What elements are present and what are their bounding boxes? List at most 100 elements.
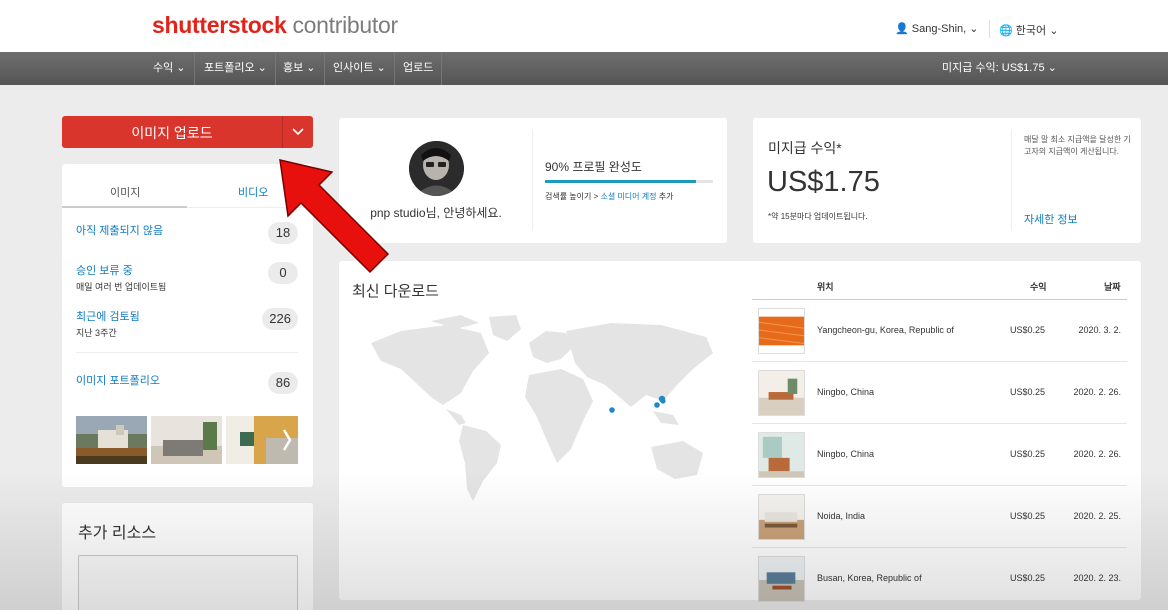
avatar[interactable] xyxy=(409,141,464,196)
learn-more-link[interactable]: 자세한 정보 xyxy=(1024,211,1078,227)
world-map xyxy=(371,315,713,501)
top-header: shutterstock contributor 👤 Sang-Shin, ⌄ 🌐… xyxy=(0,0,1168,52)
row-amount: US$0.25 xyxy=(1010,573,1046,583)
language-menu[interactable]: 🌐 한국어 ⌄ xyxy=(999,22,1058,38)
additional-resources-card: 추가 리소스 xyxy=(62,503,313,610)
logo-sub-text: contributor xyxy=(292,12,398,38)
resource-panel[interactable] xyxy=(78,555,298,610)
download-thumbnail[interactable] xyxy=(758,432,805,478)
upload-dropdown-toggle[interactable] xyxy=(282,116,313,148)
nav-item-promotion[interactable]: 홍보 ⌄ xyxy=(275,52,325,85)
nav-item-upload[interactable]: 업로드 xyxy=(395,52,443,85)
profile-card: pnp studio님, 안녕하세요. 90% 프로필 완성도 검색률 높이기 … xyxy=(339,118,727,243)
stat-recently-reviewed[interactable]: 최근에 검토됨 지난 3주간 226 xyxy=(76,308,298,339)
header-separator xyxy=(989,20,990,38)
stat-label[interactable]: 아직 제출되지 않음 xyxy=(76,222,298,238)
row-location: Yangcheon-gu, Korea, Republic of xyxy=(817,325,954,335)
col-header-location: 위치 xyxy=(817,282,834,292)
tab-images[interactable]: 이미지 xyxy=(110,184,140,200)
download-thumbnail[interactable] xyxy=(758,556,805,602)
download-thumbnail[interactable] xyxy=(758,308,805,354)
stat-count: 18 xyxy=(268,222,298,244)
stat-count: 226 xyxy=(262,308,298,330)
chevron-down-icon: ⌄ xyxy=(1049,25,1059,37)
row-date: 2020. 3. 2. xyxy=(1078,325,1121,335)
table-row[interactable]: Yangcheon-gu, Korea, Republic of US$0.25… xyxy=(752,300,1127,362)
greeting-text: pnp studio님, 안녕하세요. xyxy=(370,206,502,220)
resources-title: 추가 리소스 xyxy=(78,525,157,542)
earnings-note: *약 15분마다 업데이트됩니다. xyxy=(768,212,868,221)
downloads-title: 최신 다운로드 xyxy=(352,283,439,300)
earnings-description: 매달 말 최소 지급액을 달성한 기고자의 지급액이 게산됩니다. xyxy=(1024,135,1131,156)
main-nav: 수익 ⌄ 포트폴리오 ⌄ 홍보 ⌄ 인사이트 ⌄ 업로드 미지급 수익: US$… xyxy=(0,52,1168,85)
stat-label[interactable]: 승인 보류 중 xyxy=(76,262,298,278)
table-row[interactable]: Busan, Korea, Republic of US$0.25 2020. … xyxy=(752,548,1127,610)
stat-sublabel: 지난 3주간 xyxy=(76,328,117,338)
portfolio-thumbnail[interactable] xyxy=(151,416,222,464)
user-menu[interactable]: 👤 Sang-Shin, ⌄ xyxy=(895,22,978,35)
submission-stats-card: 이미지 비디오 아직 제출되지 않음 18 승인 보류 중 매일 여러 번 업데… xyxy=(62,164,313,487)
tab-videos[interactable]: 비디오 xyxy=(238,184,268,200)
stats-divider xyxy=(76,352,298,353)
chevron-down-icon: ⌄ xyxy=(969,23,979,35)
nav-item-portfolio[interactable]: 포트폴리오 ⌄ xyxy=(196,52,276,85)
profile-completion-label: 90% 프로필 완성도 xyxy=(545,160,642,174)
profile-progress-bar xyxy=(545,180,713,183)
map-dot-india xyxy=(609,407,615,413)
nav-item-earnings[interactable]: 수익 ⌄ xyxy=(145,52,195,85)
profile-progress-fill xyxy=(545,180,697,183)
row-location: Ningbo, China xyxy=(817,449,875,459)
active-tab-indicator xyxy=(62,206,187,208)
stat-sublabel: 매일 여러 번 업데이트됨 xyxy=(76,282,167,292)
unpaid-earnings-nav[interactable]: 미지급 수익: US$1.75 ⌄ xyxy=(942,52,1057,85)
stat-not-submitted[interactable]: 아직 제출되지 않음 18 xyxy=(76,222,298,244)
stat-image-portfolio[interactable]: 이미지 포트폴리오 86 xyxy=(76,372,298,394)
download-thumbnail[interactable] xyxy=(758,494,805,540)
portfolio-thumbnail[interactable] xyxy=(226,416,298,464)
row-location: Noida, India xyxy=(817,511,866,521)
user-icon: 👤 xyxy=(895,23,909,35)
unpaid-earnings-card: 미지급 수익* US$1.75 *약 15분마다 업데이트됩니다. 매달 말 최… xyxy=(753,118,1141,243)
user-name: Sang-Shin, xyxy=(911,23,967,35)
map-dot-busan xyxy=(660,398,666,404)
col-header-date: 날짜 xyxy=(1104,282,1121,292)
shutterstock-logo[interactable]: shutterstock contributor xyxy=(152,12,398,39)
stat-count: 0 xyxy=(268,262,298,284)
earnings-amount: US$1.75 xyxy=(767,166,880,198)
nav-item-insights[interactable]: 인사이트 ⌄ xyxy=(325,52,395,85)
table-row[interactable]: Ningbo, China US$0.25 2020. 2. 26. xyxy=(752,424,1127,486)
row-location: Ningbo, China xyxy=(817,387,875,397)
logo-brand-text: shutterstock xyxy=(152,12,287,38)
row-amount: US$0.25 xyxy=(1010,449,1046,459)
row-date: 2020. 2. 23. xyxy=(1073,573,1121,583)
earnings-divider xyxy=(1011,130,1012,230)
latest-downloads-card: 최신 다운로드 위치 수익 날짜 Yangcheon-gu, Korea, Re… xyxy=(339,261,1141,602)
stat-count: 86 xyxy=(268,372,298,394)
hint-suffix: 추가 xyxy=(656,192,674,201)
stat-label[interactable]: 이미지 포트폴리오 xyxy=(76,372,298,388)
row-location: Busan, Korea, Republic of xyxy=(817,573,922,583)
chevron-down-icon xyxy=(292,128,304,136)
language-label: 한국어 xyxy=(1015,25,1047,37)
row-date: 2020. 2. 25. xyxy=(1073,511,1121,521)
portfolio-thumbnail[interactable] xyxy=(76,416,147,464)
row-amount: US$0.25 xyxy=(1010,511,1046,521)
col-header-earnings: 수익 xyxy=(1030,282,1047,292)
download-thumbnail[interactable] xyxy=(758,370,805,416)
tab-divider xyxy=(187,207,313,208)
globe-icon: 🌐 xyxy=(999,25,1013,37)
map-dot-china xyxy=(654,402,660,408)
social-media-link[interactable]: 소셜 미디어 계정 xyxy=(601,192,657,201)
profile-divider xyxy=(532,130,533,230)
upload-images-button[interactable]: 이미지 업로드 xyxy=(62,116,313,148)
row-amount: US$0.25 xyxy=(1010,325,1046,335)
profile-hint: 검색률 높이기 > 소셜 미디어 계정 추가 xyxy=(545,191,673,202)
row-date: 2020. 2. 26. xyxy=(1073,449,1121,459)
upload-button-label: 이미지 업로드 xyxy=(131,125,213,141)
table-row[interactable]: Ningbo, China US$0.25 2020. 2. 26. xyxy=(752,362,1127,424)
portfolio-thumbnails xyxy=(76,416,298,464)
earnings-title: 미지급 수익* xyxy=(768,140,842,156)
stat-pending[interactable]: 승인 보류 중 매일 여러 번 업데이트됨 0 xyxy=(76,262,298,293)
row-date: 2020. 2. 26. xyxy=(1073,387,1121,397)
table-row[interactable]: Noida, India US$0.25 2020. 2. 25. xyxy=(752,486,1127,548)
